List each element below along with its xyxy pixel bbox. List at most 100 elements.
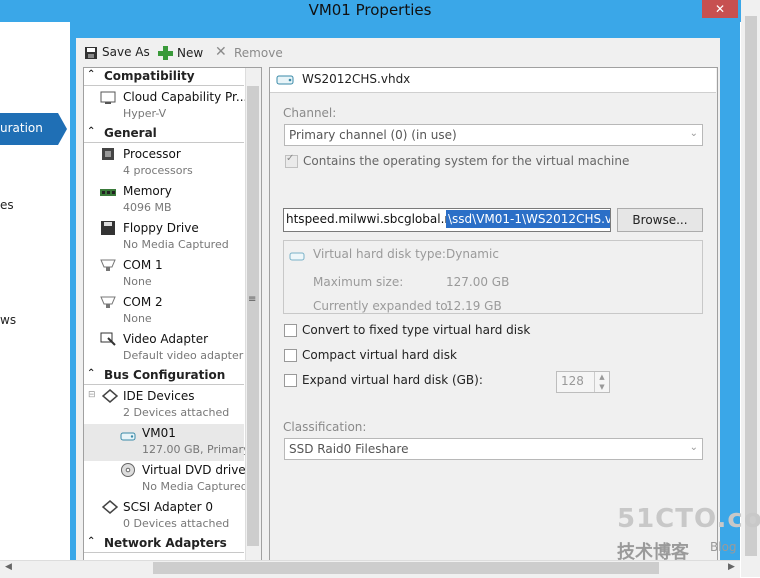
tree-item-subtitle: None [123, 275, 152, 288]
tree-scrollbar-thumb[interactable] [247, 86, 259, 546]
tree-item-processor[interactable]: Processor 4 processors [84, 145, 244, 182]
horizontal-scrollbar-thumb[interactable] [153, 562, 659, 574]
watermark-subtitle: 技术博客 [617, 542, 689, 563]
tree-item-virtual-dvd[interactable]: Virtual DVD drive No Media Captured [84, 461, 248, 498]
new-button[interactable]: New [157, 44, 207, 62]
vhd-type-label: Virtual hard disk type: [313, 247, 446, 261]
collapse-icon[interactable]: ⌃ [87, 536, 95, 547]
expand-size-stepper[interactable]: 128 ▲ ▼ [556, 371, 610, 393]
vertical-scrollbar-thumb[interactable] [745, 16, 757, 556]
tree-item-title: Floppy Drive [123, 221, 199, 235]
path-selected-text: \ssd\VM01-1\WS2012CHS.vhdx [446, 210, 610, 228]
collapse-icon[interactable]: ⌃ [87, 69, 95, 80]
tree-item-ide-devices[interactable]: ⊟ IDE Devices 2 Devices attached [84, 387, 244, 424]
compact-checkbox[interactable] [284, 349, 297, 362]
selection-arrow-icon [58, 113, 67, 145]
scroll-left-icon[interactable]: ◀ [5, 562, 12, 572]
tree-item-subtitle: Hyper-V [123, 107, 167, 120]
channel-dropdown[interactable]: Primary channel (0) (in use) ⌄ [284, 124, 703, 146]
compact-checkbox-label: Compact virtual hard disk [302, 348, 457, 362]
collapse-icon[interactable]: ⌃ [87, 126, 95, 137]
tree-item-com1[interactable]: COM 1 None [84, 256, 244, 293]
tree-item-subtitle: 4096 MB [123, 201, 172, 214]
details-header: WS2012CHS.vhdx [270, 68, 716, 93]
background-item-label[interactable]: ws [0, 313, 16, 327]
memory-icon [100, 189, 116, 196]
tree-item-subtitle: 2 Devices attached [123, 406, 230, 419]
tree-item-video-adapter[interactable]: Video Adapter Default video adapter [84, 330, 244, 367]
collapse-icon[interactable]: ⌃ [87, 368, 95, 379]
save-icon [85, 47, 97, 59]
tree-item-subtitle: Default video adapter [123, 349, 244, 362]
channel-label: Channel: [283, 106, 337, 120]
section-header-general[interactable]: ⌃ General [84, 125, 244, 143]
tree-item-scsi-adapter[interactable]: SCSI Adapter 0 0 Devices attached [84, 498, 244, 535]
section-label: General [104, 126, 157, 140]
watermark-logo: 51CTO.com [617, 504, 760, 534]
max-size-label: Maximum size: [313, 275, 404, 289]
save-as-label: Save As [102, 45, 150, 59]
section-label: Network Adapters [104, 536, 227, 550]
checkmark-icon: ✓ [286, 153, 295, 164]
tree-item-cloud-capability[interactable]: Cloud Capability Pr... Hyper-V [84, 88, 248, 125]
ide-icon [102, 389, 118, 403]
expander-icon[interactable]: ⊟ [88, 390, 96, 400]
details-title: WS2012CHS.vhdx [302, 72, 411, 86]
tree-item-subtitle: 127.00 GB, Primary [142, 443, 250, 456]
tree-item-com2[interactable]: COM 2 None [84, 293, 244, 330]
close-button[interactable]: ✕ [702, 0, 738, 18]
tree-item-title: Virtual DVD drive [142, 463, 246, 477]
tree-item-memory[interactable]: Memory 4096 MB [84, 182, 244, 219]
grip-icon: ≡ [248, 294, 257, 305]
tree-item-vm01-disk[interactable]: VM01 127.00 GB, Primary [84, 424, 250, 461]
remove-button[interactable]: ✕ Remove [215, 44, 283, 62]
vhd-info-panel: Virtual hard disk type: Dynamic Maximum … [283, 240, 703, 314]
classification-label: Classification: [283, 420, 367, 434]
chevron-down-icon: ⌄ [689, 442, 698, 453]
tree-item-title: VM01 [142, 426, 176, 440]
current-size-label: Currently expanded to: [313, 299, 452, 313]
tree-item-subtitle: 0 Devices attached [123, 517, 230, 530]
convert-checkbox[interactable] [284, 324, 297, 337]
classification-dropdown[interactable]: SSD Raid0 Fileshare ⌄ [284, 438, 703, 460]
browse-button[interactable]: Browse... [617, 208, 703, 232]
tree-item-subtitle: No Media Captured [123, 238, 229, 251]
com-port-icon [100, 296, 116, 308]
vhd-path-input[interactable]: htspeed.milwwi.sbcglobal.net \ssd\VM01-1… [283, 208, 611, 232]
tree-item-floppy-drive[interactable]: Floppy Drive No Media Captured [84, 219, 244, 256]
video-adapter-icon [100, 332, 116, 346]
section-header-bus-configuration[interactable]: ⌃ Bus Configuration [84, 367, 244, 385]
expand-checkbox[interactable] [284, 374, 297, 387]
watermark-blog: Blog [710, 540, 737, 554]
stepper-arrows-icon[interactable]: ▲ ▼ [594, 372, 609, 392]
tree-item-title: IDE Devices [123, 389, 195, 403]
vhd-type-value: Dynamic [446, 247, 499, 261]
background-item-label: uration [0, 121, 43, 135]
tree-item-title: Processor [123, 147, 181, 161]
remove-icon: ✕ [215, 44, 227, 60]
cloud-capability-icon [100, 91, 116, 104]
tree-item-subtitle: None [123, 312, 152, 325]
expand-size-value: 128 [561, 374, 584, 388]
scsi-icon [102, 500, 118, 514]
hard-disk-icon [276, 75, 294, 85]
os-checkbox[interactable]: ✓ [285, 153, 298, 168]
tree-item-title: Cloud Capability Pr... [123, 90, 248, 104]
window-title: VM01 Properties [308, 1, 432, 19]
new-label: New [177, 46, 204, 60]
save-as-button[interactable]: Save As [84, 44, 150, 62]
hard-disk-icon [289, 252, 305, 261]
background-item-label[interactable]: es [0, 198, 14, 212]
tree-item-title: COM 2 [123, 295, 163, 309]
hardware-tree[interactable]: ⌃ Compatibility Cloud Capability Pr... H… [83, 67, 262, 564]
scroll-right-icon[interactable]: ▶ [728, 562, 735, 572]
section-header-network-adapters[interactable]: ⌃ Network Adapters [84, 535, 244, 553]
floppy-icon [101, 221, 115, 235]
classification-value: SSD Raid0 Fileshare [289, 442, 409, 456]
dvd-icon [121, 463, 135, 477]
tree-item-subtitle: No Media Captured [142, 480, 248, 493]
hard-disk-icon [120, 432, 136, 441]
processor-icon [102, 148, 114, 160]
section-header-compatibility[interactable]: ⌃ Compatibility [84, 68, 244, 86]
convert-checkbox-label: Convert to fixed type virtual hard disk [302, 323, 531, 337]
